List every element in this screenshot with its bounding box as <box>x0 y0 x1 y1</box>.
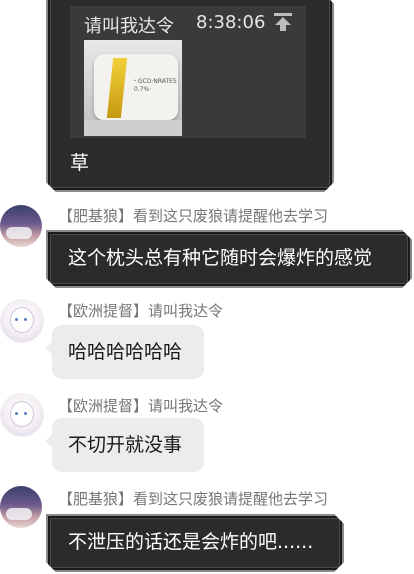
quoted-image-pillow[interactable]: ・GCD·NRATES 0.7%· <box>84 40 182 136</box>
pin-to-top-icon[interactable] <box>271 12 295 32</box>
message-bubble-dark[interactable]: 这个枕头总有种它随时会爆炸的感觉 <box>46 230 412 288</box>
message-text: 草 <box>70 152 90 174</box>
sender-name[interactable]: 【欧洲提督】请叫我达令 <box>58 395 223 416</box>
pillow-print-line-1: ・GCD·NRATES <box>132 78 177 85</box>
sender-name[interactable]: 【肥基狼】看到这只废狼请提醒他去学习 <box>58 488 328 509</box>
message-bubble[interactable]: 哈哈哈哈哈哈 <box>45 325 204 379</box>
quoted-reply[interactable]: 请叫我达令 8:38:06 ・GCD·NRATES 0.7%· <box>70 6 306 138</box>
quoted-sender-name: 请叫我达令 <box>84 16 174 37</box>
message-bubble-dark[interactable]: 请叫我达令 8:38:06 ・GCD·NRATES 0.7%· 草 <box>46 0 334 192</box>
message-bubble[interactable]: 不切开就没事 <box>45 418 204 472</box>
message-bubble-dark[interactable]: 不泄压的话还是会炸的吧...... <box>46 514 344 572</box>
pillow-print-line-2: 0.7%· <box>134 86 152 93</box>
sender-name[interactable]: 【肥基狼】看到这只废狼请提醒他去学习 <box>58 205 328 226</box>
message-text: 这个枕头总有种它随时会爆炸的感觉 <box>68 247 373 269</box>
message-text: 不泄压的话还是会炸的吧...... <box>68 531 314 553</box>
avatar[interactable] <box>0 486 42 528</box>
message-text: 不切开就没事 <box>68 434 183 456</box>
avatar[interactable] <box>0 299 44 343</box>
quoted-timestamp: 8:38:06 <box>196 12 266 33</box>
avatar[interactable] <box>0 393 44 437</box>
avatar[interactable] <box>0 205 42 247</box>
sender-name[interactable]: 【欧洲提督】请叫我达令 <box>58 300 223 321</box>
message-text: 哈哈哈哈哈哈 <box>68 341 183 363</box>
